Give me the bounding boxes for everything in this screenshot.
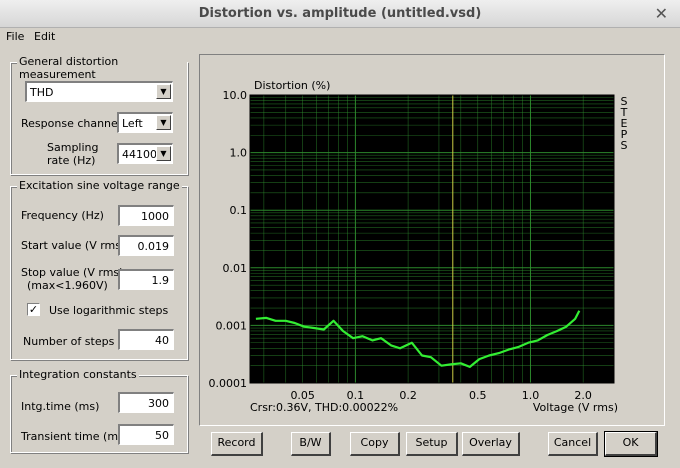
y-tick-label: 0.01 xyxy=(223,262,248,275)
excitation-group: Excitation sine voltage range Frequency … xyxy=(10,179,188,360)
general-group: General distortion measurement THD ▼ Res… xyxy=(10,55,188,175)
response-channel-value: Left xyxy=(122,117,143,130)
integration-group: Integration constants Intg.time (ms) 300… xyxy=(10,368,188,453)
start-value-field[interactable]: 0.019 xyxy=(118,235,174,256)
sampling-rate-label: rate (Hz) xyxy=(47,154,96,167)
y-tick-label: 0.001 xyxy=(216,319,248,332)
sampling-rate-value: 44100 xyxy=(122,148,157,161)
window-title: Distortion vs. amplitude (untitled.vsd) xyxy=(198,6,482,21)
frequency-field[interactable]: 1000 xyxy=(118,205,174,226)
sampling-label: Sampling xyxy=(47,141,99,154)
setup-button[interactable]: Setup xyxy=(406,432,458,456)
steps-label: Number of steps xyxy=(23,335,115,348)
response-channel-label: Response channel xyxy=(21,117,121,130)
chevron-down-icon[interactable]: ▼ xyxy=(156,115,171,130)
close-icon[interactable]: ✕ xyxy=(655,4,668,23)
menu-edit[interactable]: Edit xyxy=(34,30,55,43)
log-steps-checkbox[interactable]: ✓ xyxy=(27,303,40,316)
stop-value-max-label: (max<1.960V) xyxy=(27,279,108,292)
transient-time-field[interactable]: 50 xyxy=(118,424,174,445)
y-tick-label: 0.0001 xyxy=(209,377,248,390)
response-channel-select[interactable]: Left ▼ xyxy=(117,112,173,133)
stop-value-field[interactable]: 1.9 xyxy=(118,269,174,290)
stop-value-label: Stop value (V rms) xyxy=(21,266,124,279)
plot-area xyxy=(250,95,614,383)
y-tick-label: 1.0 xyxy=(230,147,248,160)
cancel-button[interactable]: Cancel xyxy=(548,432,598,456)
start-value-label: Start value (V rms) xyxy=(21,239,126,252)
steps-label-letter: S xyxy=(621,139,628,152)
transient-time-label: Transient time (ms) xyxy=(21,430,129,443)
y-tick-label: 0.1 xyxy=(230,204,248,217)
y-tick-label: 10.0 xyxy=(223,89,248,102)
x-tick-label: 0.5 xyxy=(469,389,487,402)
record-button[interactable]: Record xyxy=(211,432,263,456)
ok-button[interactable]: OK xyxy=(604,431,658,457)
log-steps-label: Use logarithmic steps xyxy=(49,304,169,317)
overlay-button[interactable]: Overlay xyxy=(462,432,520,456)
measurement-select[interactable]: THD ▼ xyxy=(25,81,173,102)
general-group-title: General distortion measurement xyxy=(17,55,187,81)
sampling-rate-select[interactable]: 44100 ▼ xyxy=(117,143,173,164)
intg-time-field[interactable]: 300 xyxy=(118,392,174,413)
cursor-readout: Crsr:0.36V, THD:0.00022% xyxy=(250,401,398,414)
steps-field[interactable]: 40 xyxy=(118,329,174,350)
frequency-label: Frequency (Hz) xyxy=(21,209,104,222)
copy-button[interactable]: Copy xyxy=(350,432,400,456)
integration-group-title: Integration constants xyxy=(17,368,139,381)
chart-panel: 10.0 1.0 0.1 0.01 0.001 0.0001 0.05 0.1 0.2 0.5 1.… xyxy=(199,54,665,426)
menu-file[interactable]: File xyxy=(6,30,24,43)
intg-time-label: Intg.time (ms) xyxy=(21,400,100,413)
bw-button[interactable]: B/W xyxy=(291,432,331,456)
chevron-down-icon[interactable]: ▼ xyxy=(156,84,171,99)
measurement-value: THD xyxy=(30,86,54,99)
title-bar: Distortion vs. amplitude (untitled.vsd) … xyxy=(0,0,680,28)
distortion-chart[interactable]: 10.01.00.10.010.0010.00010.05 0.1 0.2 0.5 1.… xyxy=(200,55,664,425)
chevron-down-icon[interactable]: ▼ xyxy=(156,146,171,161)
chart-title: Distortion (%) xyxy=(254,79,330,92)
menu-bar: File Edit xyxy=(0,28,680,46)
x-tick-label: 0.2 xyxy=(399,389,417,402)
x-axis-label: Voltage (V rms) xyxy=(533,401,618,414)
excitation-group-title: Excitation sine voltage range xyxy=(17,179,182,192)
